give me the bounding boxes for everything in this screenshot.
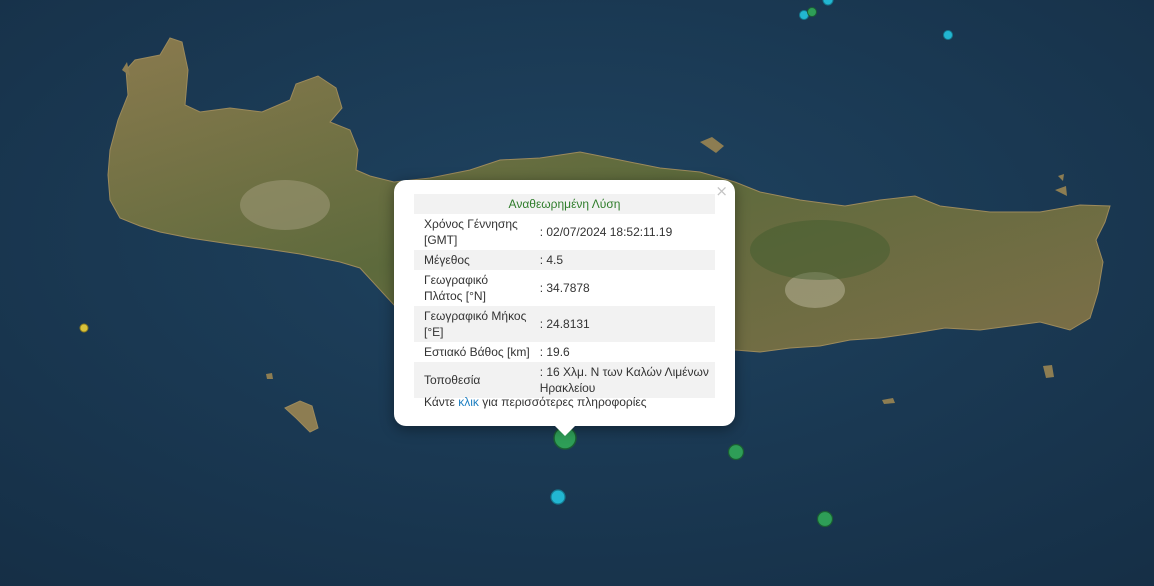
quake-marker-north-2[interactable] <box>807 7 817 17</box>
row-label-latitude: Γεωγραφικό Πλάτος [°N] <box>424 273 489 303</box>
popup-header: Αναθεωρημένη Λύση <box>414 194 715 214</box>
footer-text-post: για περισσότερες πληροφορίες <box>482 395 647 409</box>
popup-tip <box>555 426 575 436</box>
quake-marker-cyan-2[interactable] <box>943 30 953 40</box>
row-label-origin-time: Χρόνος Γέννησης [GMT] <box>424 217 518 247</box>
earthquake-popup: × Αναθεωρημένη Λύση Χρόνος Γέννησης [GMT… <box>394 180 735 436</box>
more-info-link[interactable]: κλικ <box>458 395 479 409</box>
close-icon[interactable]: × <box>715 184 728 199</box>
row-value-location: : 16 Χλμ. Ν των Καλών Λιμένων Ηρακλείου <box>533 362 715 398</box>
quake-marker-green-2[interactable] <box>816 510 834 528</box>
footer-text-pre: Κάντε <box>424 395 455 409</box>
quake-marker-cyan-1[interactable] <box>550 489 566 505</box>
popup-table: Αναθεωρημένη Λύση Χρόνος Γέννησης [GMT] … <box>414 194 715 398</box>
forest-area <box>750 220 890 280</box>
row-value-origin-time: : 02/07/2024 18:52:11.19 <box>539 225 673 239</box>
islet-w <box>266 373 273 379</box>
quake-marker-yellow[interactable] <box>79 323 89 333</box>
row-value-latitude: : 34.7878 <box>539 281 590 295</box>
quake-marker-green-1[interactable] <box>727 443 745 461</box>
mountain-area-west <box>240 180 330 230</box>
row-label-magnitude: Μέγεθος <box>414 250 534 270</box>
row-value-longitude: : 24.8131 <box>533 306 715 342</box>
popup-footer: Κάντε κλικ για περισσότερες πληροφορίες <box>424 395 647 409</box>
row-value-depth: : 19.6 <box>539 345 570 359</box>
row-value-magnitude: : 4.5 <box>533 250 715 270</box>
row-label-location: Τοποθεσία <box>414 362 534 398</box>
row-label-depth: Εστιακό Βάθος [km] <box>424 345 530 359</box>
row-label-longitude: Γεωγραφικό Μήκος [°E] <box>414 306 534 342</box>
